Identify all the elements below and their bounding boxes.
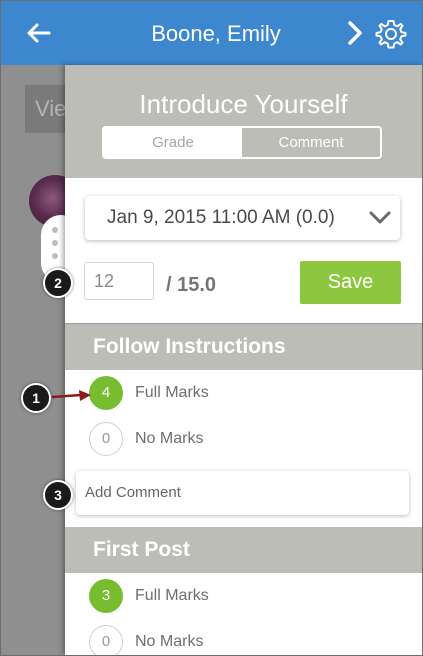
chevron-right-icon[interactable] <box>343 18 367 48</box>
callout-arrow-icon <box>51 390 91 401</box>
grade-comment-toggle: Grade Comment <box>102 126 382 159</box>
criterion-header: Follow Instructions <box>65 324 422 370</box>
add-comment-field[interactable]: Add Comment <box>76 471 409 515</box>
handle-dot <box>52 240 58 246</box>
callout-badge: 3 <box>43 480 73 510</box>
rating-label: Full Marks <box>135 587 209 604</box>
panel-header: Introduce Yourself Grade Comment <box>65 65 422 178</box>
points-possible: / 15.0 <box>166 274 217 296</box>
rating-label: No Marks <box>135 430 204 447</box>
submission-date: Jan 9, 2015 11:00 AM (0.0) <box>107 207 335 228</box>
callout-badge: 1 <box>21 383 51 413</box>
rating-option[interactable]: 0 No Marks <box>89 625 389 655</box>
view-button[interactable]: Vie <box>25 85 65 133</box>
criterion-header: First Post <box>65 527 422 573</box>
handle-dot <box>52 253 58 259</box>
rating-option[interactable]: 0 No Marks <box>89 422 389 456</box>
submission-dropdown[interactable]: Jan 9, 2015 11:00 AM (0.0) <box>85 196 400 240</box>
save-button[interactable]: Save <box>300 261 401 304</box>
handle-dot <box>52 227 58 233</box>
back-arrow-icon[interactable] <box>25 18 53 48</box>
rating-points-circle[interactable]: 3 <box>89 579 123 613</box>
criterion-name: First Post <box>93 538 190 561</box>
score-input[interactable]: 12 <box>84 262 154 300</box>
rating-points-circle[interactable]: 0 <box>89 625 123 655</box>
rating-option[interactable]: 4 Full Marks <box>89 376 389 410</box>
tab-grade[interactable]: Grade <box>104 128 242 157</box>
student-name: Boone, Emily <box>151 21 281 46</box>
chevron-down-icon <box>369 211 391 224</box>
assignment-title: Introduce Yourself <box>139 89 348 119</box>
rating-points-circle[interactable]: 4 <box>89 376 123 410</box>
callout-badge: 2 <box>43 268 73 298</box>
top-bar: Boone, Emily <box>1 1 422 65</box>
add-comment-placeholder: Add Comment <box>85 484 181 501</box>
rating-points-circle[interactable]: 0 <box>89 422 123 456</box>
rating-label: No Marks <box>135 633 204 650</box>
rating-option[interactable]: 3 Full Marks <box>89 579 389 613</box>
criterion-name: Follow Instructions <box>93 335 286 358</box>
gear-icon[interactable] <box>375 18 407 50</box>
grading-panel: Introduce Yourself Grade Comment Jan 9, … <box>65 65 422 655</box>
background-page: Vie <box>1 65 81 655</box>
rating-label: Full Marks <box>135 384 209 401</box>
app-frame: Boone, Emily Vie Introduce Yourself Grad… <box>0 0 423 656</box>
tab-comment[interactable]: Comment <box>242 128 380 157</box>
